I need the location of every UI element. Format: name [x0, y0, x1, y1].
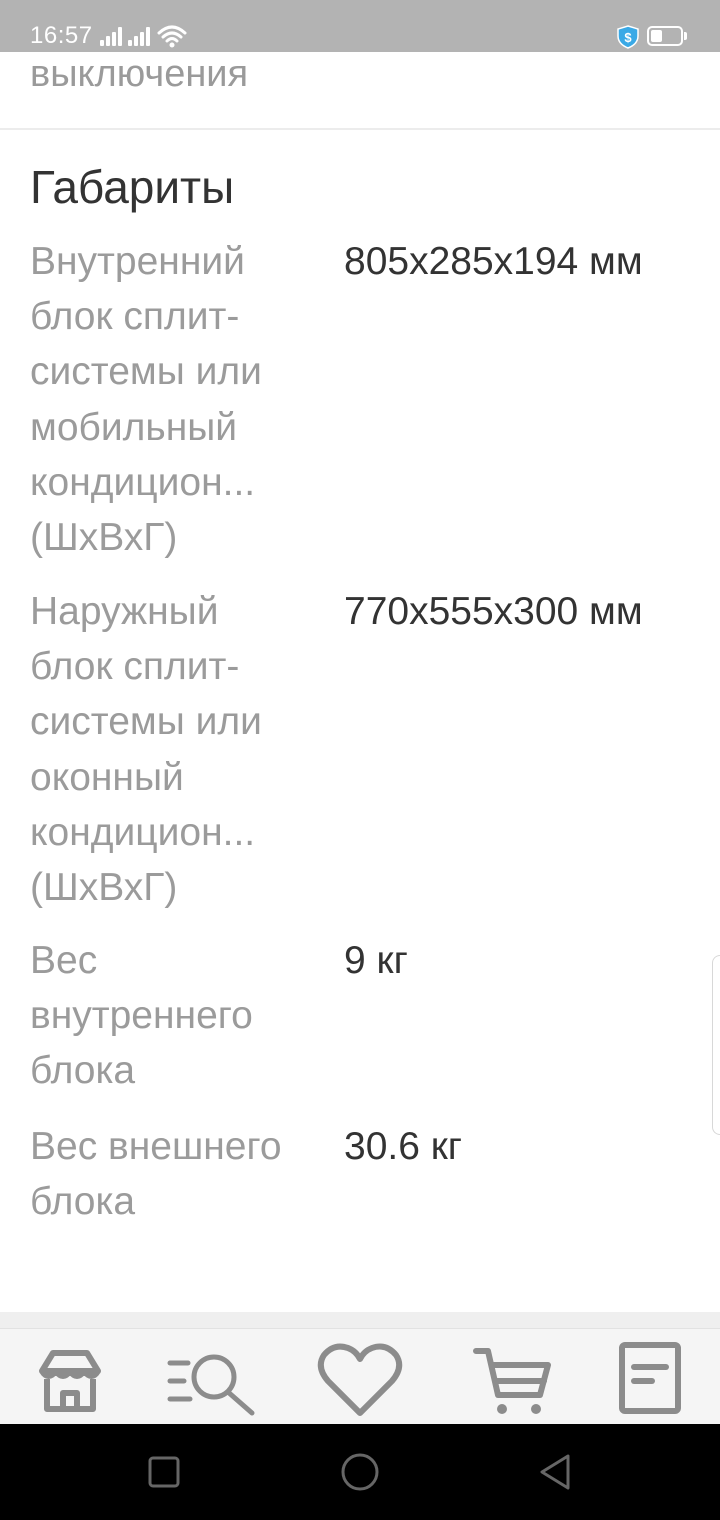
heart-icon: [317, 1343, 403, 1416]
shield-icon: $: [617, 25, 639, 49]
spec-label: Наружный блок сплит-системы или оконный …: [30, 590, 262, 910]
spec-value: 30.6 кг: [344, 1125, 463, 1168]
status-bar: 16:57 $: [0, 0, 720, 52]
bottom-tab-bar: [0, 1328, 720, 1424]
spec-label: Вес внутреннего блока: [30, 939, 253, 1093]
tab-catalog-search[interactable]: [155, 1337, 265, 1421]
signal-icon: [100, 26, 124, 46]
orders-icon: [619, 1342, 681, 1414]
spec-value: 770x555x300 мм: [344, 590, 643, 633]
home-button[interactable]: [340, 1452, 380, 1492]
wifi-icon: [157, 25, 187, 48]
cart-icon: [473, 1348, 551, 1414]
product-specs-content[interactable]: выключения Габариты Внутренний блок спли…: [0, 52, 720, 1312]
spec-label: Вес внешнего блока: [30, 1125, 282, 1224]
battery-icon: [647, 26, 687, 46]
content-bottom-gap: [0, 1312, 720, 1328]
recent-apps-button[interactable]: [144, 1452, 184, 1492]
svg-text:$: $: [624, 30, 632, 45]
tab-store[interactable]: [15, 1337, 125, 1421]
spec-value: 9 кг: [344, 939, 408, 982]
side-scroll-handle[interactable]: [712, 955, 720, 1135]
signal-icon: [128, 26, 152, 46]
system-navigation-bar: [0, 1424, 720, 1520]
back-button[interactable]: [536, 1452, 576, 1492]
status-time: 16:57: [30, 22, 93, 49]
store-icon: [39, 1350, 101, 1412]
section-divider: [0, 128, 720, 130]
spec-value: 805x285x194 мм: [344, 240, 643, 283]
tab-favorites[interactable]: [305, 1337, 415, 1421]
tab-orders[interactable]: [595, 1337, 705, 1421]
section-title-dimensions: Габариты: [30, 161, 235, 213]
previous-spec-tail: выключения: [30, 53, 249, 95]
tab-cart[interactable]: [455, 1337, 565, 1421]
spec-label: Внутренний блок сплит-системы или мобиль…: [30, 240, 262, 560]
catalog-search-icon: [167, 1354, 255, 1416]
